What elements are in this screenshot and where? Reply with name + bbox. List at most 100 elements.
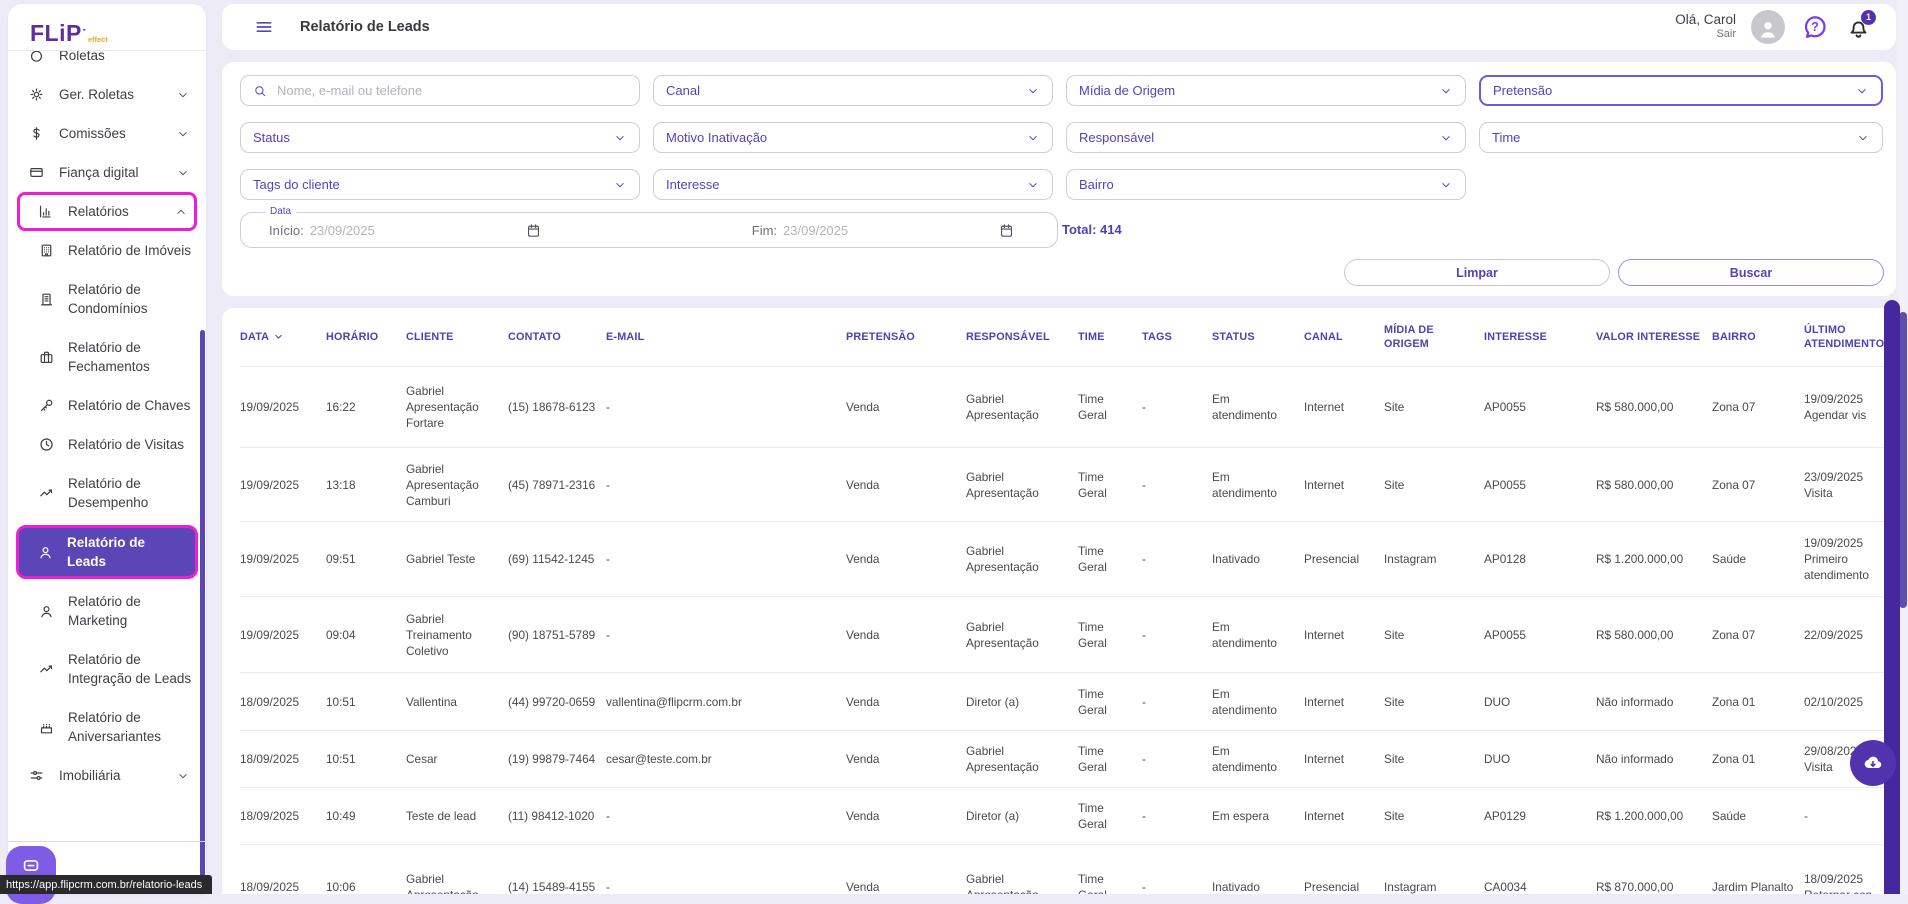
table-row[interactable]: 19/09/2025 16:22 Gabriel Apresentação Fort… [240, 366, 1896, 448]
column-header-data[interactable]: DATA [240, 308, 326, 367]
export-download-button[interactable] [1850, 740, 1896, 786]
sidebar-item-relatorios[interactable]: Relatórios [17, 192, 197, 231]
sidebar-item-ger-roletas[interactable]: Ger. Roletas [8, 75, 206, 114]
sidebar-item-relatorio-marketing[interactable]: Relatório de Marketing [8, 582, 206, 640]
calendar-icon[interactable] [525, 222, 542, 239]
table-cell: R$ 580.000,00 [1596, 366, 1712, 448]
column-header-status[interactable]: STATUS [1212, 308, 1304, 367]
filter-dropdown-tags-do-cliente[interactable]: Tags do cliente [240, 169, 640, 200]
table-cell: AP0055 [1484, 596, 1596, 673]
notifications-button[interactable]: 1 [1845, 9, 1876, 41]
table-cell: - [606, 521, 846, 597]
header-row: DATA HORÁRIO CLIENTE CONTATO E-MAIL PRETENSÃO… [240, 308, 1896, 367]
search-field[interactable] [240, 75, 640, 106]
date-start-value[interactable]: 23/09/2025 [310, 223, 375, 238]
table-cell: - [606, 787, 846, 845]
column-header-bairro[interactable]: BAIRRO [1712, 308, 1804, 367]
sidebar-item-relatorio-visitas[interactable]: Relatório de Visitas [8, 425, 206, 464]
sidebar-item-fianca-digital[interactable]: Fiança digital [8, 153, 206, 192]
table-row[interactable]: 18/09/2025 10:51 Vallentina (44) 99720-0659… [240, 672, 1896, 731]
key-icon [38, 397, 55, 414]
table-cell: R$ 1.200.000,00 [1596, 521, 1712, 597]
table-row[interactable]: 19/09/2025 09:51 Gabriel Teste (69) 11542-1… [240, 521, 1896, 597]
avatar[interactable] [1751, 10, 1785, 44]
table-row[interactable]: 19/09/2025 09:04 Gabriel Treinamento Colet… [240, 596, 1896, 673]
column-header-label: HORÁRIO [326, 331, 379, 343]
search-button[interactable]: Buscar [1618, 259, 1884, 286]
table-cell: Em atendimento [1212, 672, 1304, 731]
column-header-canal[interactable]: CANAL [1304, 308, 1384, 367]
column-header-interesse[interactable]: INTERESSE [1484, 308, 1596, 367]
column-header-contato[interactable]: CONTATO [508, 308, 606, 367]
gear-icon [28, 86, 45, 103]
table-row[interactable]: 19/09/2025 13:18 Gabriel Apresentação Camb… [240, 447, 1896, 522]
column-header-label: BAIRRO [1712, 331, 1756, 343]
column-header-cliente[interactable]: CLIENTE [406, 308, 508, 367]
table-cell: Em atendimento [1212, 366, 1304, 448]
date-range-field[interactable]: Data Início: 23/09/2025 Fim: 23/09/2025 [240, 206, 1058, 248]
sidebar-item-relatorio-integracao-leads[interactable]: Relatório de Integração de Leads [8, 640, 206, 698]
sidebar-item-label: Relatório de Desempenho [68, 476, 149, 510]
table-cell: 18/09/2025 [240, 844, 326, 894]
filter-dropdown-pretens-o[interactable]: Pretensão [1479, 75, 1883, 106]
column-header-tags[interactable]: TAGS [1142, 308, 1212, 367]
column-header-valor-interesse[interactable]: VALOR INTERESSE [1596, 308, 1712, 367]
sidebar-item-comissoes[interactable]: Comissões [8, 114, 206, 153]
filter-dropdown-time[interactable]: Time [1479, 122, 1883, 153]
column-header--ltimo-atendimento[interactable]: ÚLTIMO ATENDIMENTO [1804, 308, 1896, 367]
sidebar-scrollbar[interactable] [200, 330, 205, 878]
filter-dropdown-status[interactable]: Status [240, 122, 640, 153]
table-cell: - [1142, 787, 1212, 845]
help-button[interactable]: ? [1800, 12, 1830, 42]
page-scrollbar-thumb[interactable] [1899, 312, 1907, 608]
column-header-hor-rio[interactable]: HORÁRIO [326, 308, 406, 367]
calendar-icon[interactable] [998, 222, 1015, 239]
logout-link[interactable]: Sair [1675, 27, 1736, 41]
table-scrollbar[interactable] [1884, 300, 1900, 894]
filter-dropdown-bairro[interactable]: Bairro [1066, 169, 1466, 200]
logo[interactable]: FLiP ˙ effect [8, 4, 206, 51]
menu-icon[interactable] [254, 17, 274, 37]
sidebar: FLiP ˙ effect Roletas Ger. Roletas Comissões… [8, 4, 206, 894]
table-cell: Em atendimento [1212, 447, 1304, 522]
sidebar-item-relatorio-chaves[interactable]: Relatório de Chaves [8, 386, 206, 425]
sidebar-item-imobiliaria[interactable]: Imobiliária [8, 756, 206, 795]
sidebar-item-roletas[interactable]: Roletas [8, 51, 206, 75]
sidebar-item-label: Roletas [59, 51, 105, 63]
sidebar-item-label: Relatório de Condomínios [68, 282, 148, 316]
filter-dropdown-canal[interactable]: Canal [653, 75, 1053, 106]
column-header-respons-vel[interactable]: RESPONSÁVEL [966, 308, 1078, 367]
column-header-time[interactable]: TIME [1078, 308, 1142, 367]
table-row[interactable]: 18/09/2025 10:49 Teste de lead (11) 98412-1… [240, 787, 1896, 845]
logo-suffix: effect [87, 35, 108, 44]
table-cell: Venda [846, 366, 966, 448]
column-header-e-mail[interactable]: E-MAIL [606, 308, 846, 367]
clear-button[interactable]: Limpar [1344, 259, 1610, 286]
column-header-m-dia-de-origem[interactable]: MÍDIA DE ORIGEM [1384, 308, 1484, 367]
table-row[interactable]: 18/09/2025 10:51 Cesar (19) 99879-7464 cesar… [240, 730, 1896, 788]
sidebar-item-label: Ger. Roletas [59, 87, 135, 102]
date-end-value[interactable]: 23/09/2025 [783, 223, 848, 238]
filter-dropdown-interesse[interactable]: Interesse [653, 169, 1053, 200]
search-input[interactable] [275, 82, 627, 99]
table-cell: Venda [846, 730, 966, 788]
table-cell: - [1142, 366, 1212, 448]
column-header-pretens-o[interactable]: PRETENSÃO [846, 308, 966, 367]
sidebar-item-relatorio-desempenho[interactable]: Relatório de Desempenho [8, 464, 206, 522]
filter-dropdown-m-dia-de-origem[interactable]: Mídia de Origem [1066, 75, 1466, 106]
clock-icon [38, 436, 55, 453]
table-row[interactable]: 18/09/202510:06Gabriel Apresentação(14) … [240, 844, 1896, 894]
column-header-label: TAGS [1142, 331, 1172, 343]
table-cell: Presencial [1304, 521, 1384, 597]
column-header-label: ÚLTIMO ATENDIMENTO [1804, 324, 1885, 350]
filter-dropdown-motivo-inativa-o[interactable]: Motivo Inativação [653, 122, 1053, 153]
sidebar-item-relatorio-leads[interactable]: Relatório de Leads [16, 525, 198, 579]
sidebar-item-relatorio-fechamentos[interactable]: Relatório de Fechamentos [8, 328, 206, 386]
table-cell: 18/09/2025 [240, 672, 326, 731]
sidebar-item-relatorio-aniversariantes[interactable]: Relatório de Aniversariantes [8, 698, 206, 756]
table-cell: AP0055 [1484, 366, 1596, 448]
sidebar-item-relatorio-imoveis[interactable]: Relatório de Imóveis [8, 231, 206, 270]
sidebar-item-relatorio-condominios[interactable]: Relatório de Condomínios [8, 270, 206, 328]
table-cell: Gabriel Apresentação [406, 844, 508, 894]
filter-dropdown-respons-vel[interactable]: Responsável [1066, 122, 1466, 153]
